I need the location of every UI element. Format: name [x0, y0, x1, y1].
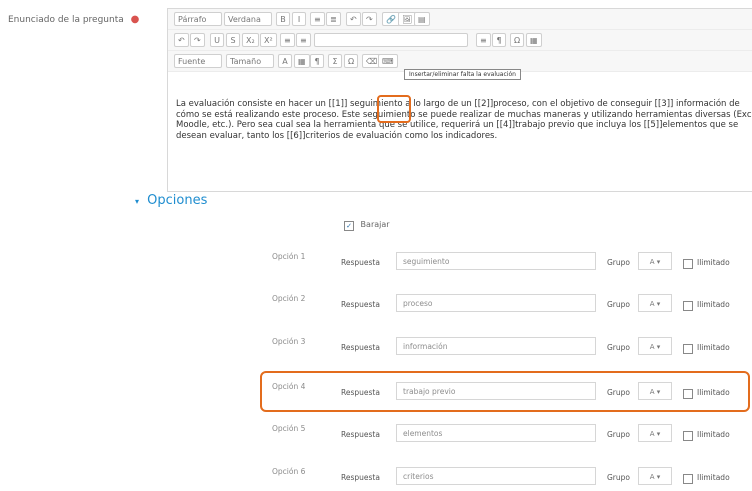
unlimited-label: Ilimitado [697, 430, 730, 439]
group-value: A [649, 258, 655, 266]
unlimited-checkbox[interactable]: . Ilimitado [683, 258, 730, 269]
checkbox-icon[interactable]: . [683, 301, 693, 311]
group-label: Grupo [607, 343, 630, 352]
omega-icon[interactable]: Ω [344, 54, 359, 68]
group-select[interactable]: A ▾ [638, 294, 672, 312]
response-label: Respuesta [341, 343, 380, 352]
group-value: A [649, 430, 655, 438]
group-select[interactable]: A ▾ [638, 424, 672, 442]
shuffle-label: Barajar [360, 220, 390, 229]
required-icon: ● [130, 14, 140, 25]
unlimited-checkbox[interactable]: . Ilimitado [683, 300, 730, 311]
ordered-list-icon[interactable]: ≣ [326, 12, 341, 26]
unordered-list-icon[interactable]: ≡ [310, 12, 325, 26]
option-label: Opción 5 [272, 424, 306, 433]
options-title: Opciones [147, 193, 208, 208]
option-label: Opción 3 [272, 337, 306, 346]
response-label: Respuesta [341, 258, 380, 267]
unlimited-label: Ilimitado [697, 258, 730, 267]
special-char-icon[interactable]: Ω [510, 33, 525, 47]
align-left-icon[interactable]: ≡ [280, 33, 295, 47]
group-select[interactable]: A ▾ [638, 467, 672, 485]
option-label: Opción 6 [272, 467, 306, 476]
redo-icon[interactable]: ↷ [362, 12, 377, 26]
font-color-icon[interactable]: A [278, 54, 292, 68]
undo-icon-2[interactable]: ↶ [174, 33, 189, 47]
redo-icon-2[interactable]: ↷ [190, 33, 205, 47]
response-label: Respuesta [341, 430, 380, 439]
highlight-gap-marker [377, 95, 411, 123]
italic-icon[interactable]: I [292, 12, 306, 26]
response-input[interactable]: criterios [396, 467, 596, 485]
highlight-option-4 [260, 371, 750, 412]
font-size-select[interactable]: Tamaño [226, 54, 274, 68]
checkbox-icon[interactable]: . [683, 431, 693, 441]
checkbox-checked-icon[interactable]: ✓ [344, 221, 354, 231]
question-text-label: Enunciado de la pregunta ● [8, 14, 139, 25]
keyboard-icon[interactable]: ⌨ [378, 54, 398, 68]
group-label: Grupo [607, 430, 630, 439]
response-input[interactable]: elementos [396, 424, 596, 442]
unlimited-label: Ilimitado [697, 473, 730, 482]
group-select[interactable]: A ▾ [638, 337, 672, 355]
question-text-label-text: Enunciado de la pregunta [8, 15, 124, 25]
align-right-icon[interactable]: ≡ [476, 33, 491, 47]
response-label: Respuesta [341, 300, 380, 309]
bold-icon[interactable]: B [276, 12, 290, 26]
font-family-select[interactable]: Verdana [224, 12, 272, 26]
response-input[interactable]: proceso [396, 294, 596, 312]
align-center-icon[interactable]: ≡ [296, 33, 311, 47]
rich-text-editor[interactable]: Párrafo Verdana B I ≡ ≣ ↶ ↷ 🔗 🖼 ▤ ↶ ↷ U … [167, 8, 752, 192]
group-value: A [649, 473, 655, 481]
toolbar-row-2: ↶ ↷ U S X₂ X² ≡ ≡ ≡ ¶ Ω ▦ [168, 30, 752, 51]
paragraph-icon[interactable]: ¶ [492, 33, 506, 47]
toolbar-row-1: Párrafo Verdana B I ≡ ≣ ↶ ↷ 🔗 🖼 ▤ [168, 9, 752, 30]
group-label: Grupo [607, 300, 630, 309]
group-value: A [649, 343, 655, 351]
editor-content[interactable]: La evaluación consiste en hacer un [[1]]… [176, 99, 752, 141]
underline-icon[interactable]: U [210, 33, 224, 47]
checkbox-icon[interactable]: . [683, 259, 693, 269]
unlimited-checkbox[interactable]: . Ilimitado [683, 473, 730, 484]
superscript-icon[interactable]: X² [260, 33, 277, 47]
paragraph-format-select[interactable]: Párrafo [174, 12, 222, 26]
subscript-icon[interactable]: X₂ [242, 33, 259, 47]
group-label: Grupo [607, 473, 630, 482]
response-input[interactable]: información [396, 337, 596, 355]
grid-icon[interactable]: ▦ [526, 33, 542, 47]
shuffle-checkbox[interactable]: ✓ Barajar [344, 220, 390, 231]
response-label: Respuesta [341, 473, 380, 482]
style-select[interactable] [314, 33, 468, 47]
strikethrough-icon[interactable]: S [226, 33, 240, 47]
chevron-down-icon: ▾ [135, 197, 140, 206]
option-label: Opción 1 [272, 252, 306, 261]
tooltip: Insertar/eliminar falta la evaluación [404, 69, 521, 80]
font-select[interactable]: Fuente [174, 54, 222, 68]
checkbox-icon[interactable]: . [683, 344, 693, 354]
paragraph-mark-icon[interactable]: ¶ [310, 54, 324, 68]
group-select[interactable]: A ▾ [638, 252, 672, 270]
equation-icon[interactable]: Σ [328, 54, 342, 68]
unlimited-checkbox[interactable]: . Ilimitado [683, 343, 730, 354]
group-value: A [649, 300, 655, 308]
option-label: Opción 2 [272, 294, 306, 303]
unlimited-label: Ilimitado [697, 300, 730, 309]
unlimited-checkbox[interactable]: . Ilimitado [683, 430, 730, 441]
checkbox-icon[interactable]: . [683, 474, 693, 484]
unlimited-label: Ilimitado [697, 343, 730, 352]
group-label: Grupo [607, 258, 630, 267]
response-input[interactable]: seguimiento [396, 252, 596, 270]
options-section-header[interactable]: ▾ Opciones [135, 193, 207, 208]
bg-color-icon[interactable]: ▦ [294, 54, 310, 68]
undo-icon[interactable]: ↶ [346, 12, 361, 26]
table-icon[interactable]: ▤ [414, 12, 430, 26]
